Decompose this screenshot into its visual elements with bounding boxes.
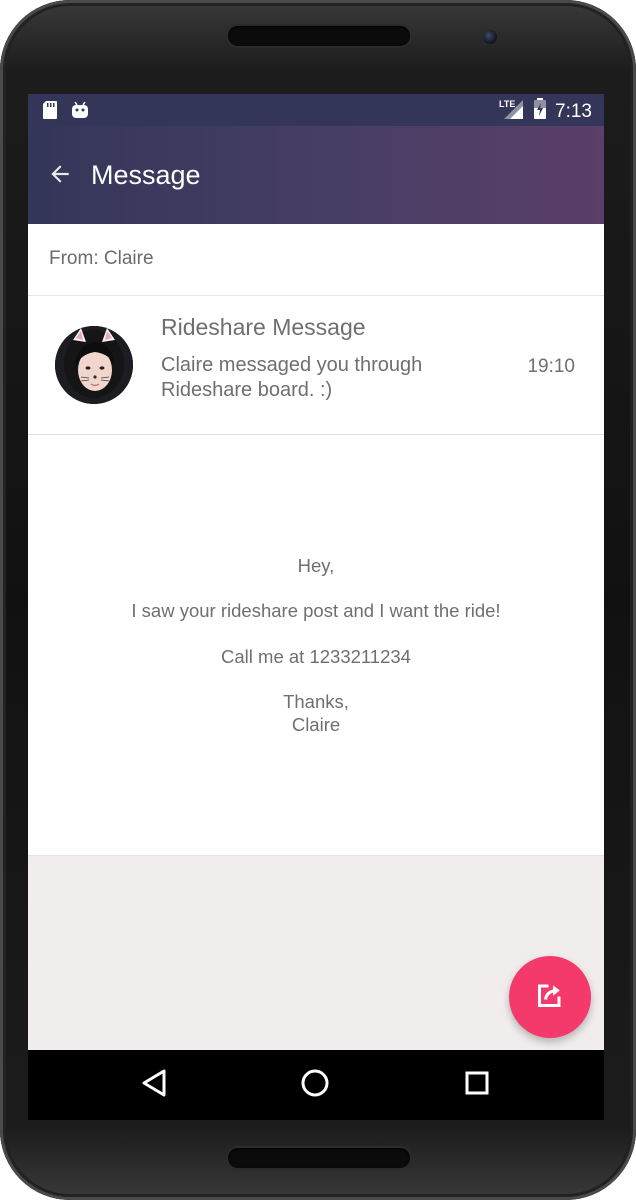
- phone-frame: LTE 7:13 Message From: Claire Rideshare …: [0, 0, 636, 1200]
- body-greeting: Hey,: [297, 555, 335, 576]
- android-icon: [70, 100, 90, 125]
- from-row: From: Claire: [28, 224, 604, 296]
- status-bar: LTE 7:13: [28, 94, 604, 126]
- navigation-bar: [28, 1050, 604, 1120]
- message-subtitle: Claire messaged you through Rideshare bo…: [161, 354, 423, 401]
- lte-signal-icon: LTE: [499, 98, 525, 125]
- body-signature: Claire: [291, 714, 341, 735]
- nav-back-button[interactable]: [137, 1068, 171, 1102]
- nav-home-button[interactable]: [298, 1068, 332, 1102]
- home-circle-icon: [300, 1068, 330, 1103]
- back-button[interactable]: [42, 158, 78, 194]
- share-button[interactable]: [509, 956, 591, 1038]
- message-body: Hey, I saw your rideshare post and I wan…: [28, 435, 604, 856]
- status-time: 7:13: [555, 100, 592, 122]
- front-camera: [483, 30, 497, 44]
- message-time: 19:10: [527, 356, 575, 377]
- top-speaker: [228, 26, 410, 46]
- sd-card-icon: [42, 100, 58, 125]
- from-label: From: Claire: [49, 248, 154, 269]
- message-header[interactable]: Rideshare Message Claire messaged you th…: [28, 296, 604, 435]
- avatar: [55, 326, 133, 404]
- bottom-speaker: [228, 1148, 410, 1168]
- nav-recents-button[interactable]: [460, 1068, 494, 1102]
- share-icon: [532, 977, 568, 1018]
- app-bar: Message: [28, 126, 604, 224]
- back-triangle-icon: [140, 1068, 168, 1103]
- screen: LTE 7:13 Message From: Claire Rideshare …: [28, 94, 604, 1120]
- body-line-1: I saw your rideshare post and I want the…: [131, 600, 501, 621]
- battery-charging-icon: [533, 98, 547, 125]
- message-title: Rideshare Message: [161, 314, 366, 340]
- body-line-2: Call me at 1233211234: [221, 646, 411, 667]
- svg-text:LTE: LTE: [499, 99, 515, 109]
- page-title: Message: [91, 160, 201, 190]
- arrow-left-icon: [47, 161, 73, 192]
- body-signoff: Thanks,: [283, 691, 349, 712]
- recents-square-icon: [464, 1070, 490, 1101]
